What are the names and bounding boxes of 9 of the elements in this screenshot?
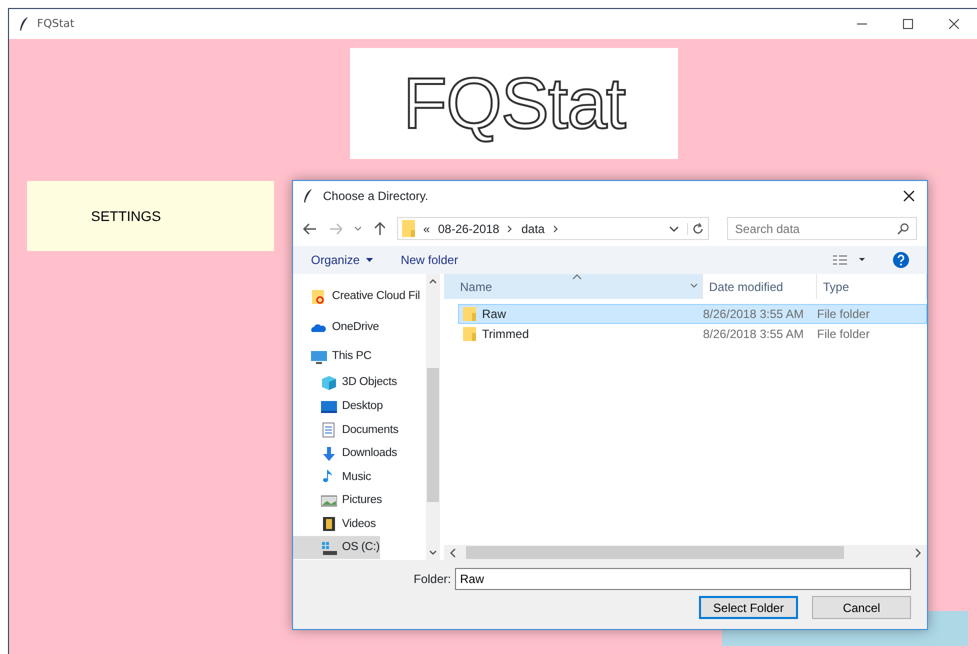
date-cell-text: 8/26/2018 3:55 AM [703,306,805,323]
date-cell-text: 8/26/2018 3:55 AM [703,326,805,343]
file-name: Trimmed [459,325,703,343]
window-title: FQStat [37,16,74,32]
file-name: Raw [459,305,703,323]
type-cell-text: File folder [817,326,870,343]
folder-label: Folder: [414,571,451,588]
dialog-title: Choose a Directory. [323,188,428,205]
type-cell-text: File folder [817,306,870,323]
